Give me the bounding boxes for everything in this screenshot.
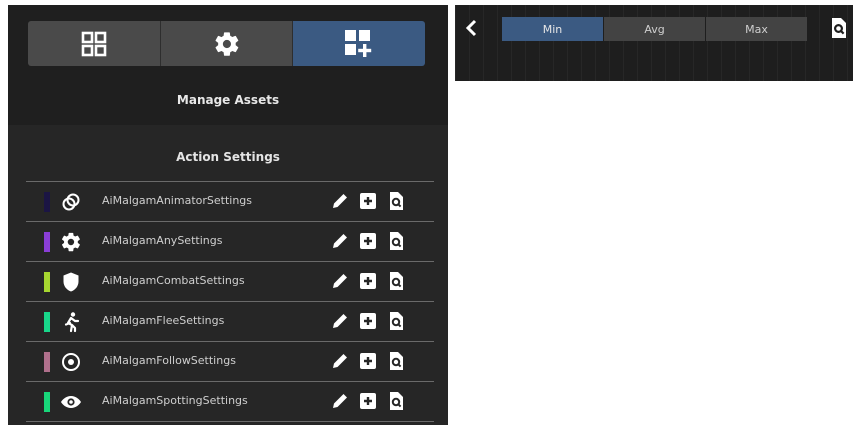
add-icon[interactable] [358, 191, 378, 211]
color-swatch [44, 352, 50, 372]
settings-list: AiMalgamAnimatorSettings AiMalgamAnySett… [26, 181, 434, 422]
segment-min[interactable]: Min [502, 17, 603, 41]
search-document-icon[interactable] [386, 351, 406, 371]
assets-panel: Manage Assets Action Settings AiMalgamAn… [8, 5, 448, 425]
running-person-icon [64, 312, 80, 333]
tab-settings[interactable] [160, 21, 294, 66]
stat-mode-segmented-control: Min Avg Max [502, 17, 808, 41]
list-item[interactable]: AiMalgamAnimatorSettings [26, 181, 434, 221]
top-tab-bar [28, 21, 425, 66]
tab-manage-assets[interactable] [293, 21, 425, 66]
color-swatch [44, 312, 50, 332]
search-document-icon[interactable] [386, 231, 406, 251]
stats-toolbar-panel: Min Avg Max [455, 5, 853, 81]
shield-icon [63, 272, 79, 292]
color-swatch [44, 192, 50, 212]
segment-avg[interactable]: Avg [604, 17, 705, 41]
add-icon[interactable] [358, 311, 378, 331]
color-swatch [44, 232, 50, 252]
list-item-label: AiMalgamFollowSettings [102, 354, 236, 367]
grid-icon [81, 31, 107, 56]
gear-icon [61, 232, 80, 252]
search-document-icon[interactable] [386, 271, 406, 291]
add-icon[interactable] [358, 231, 378, 251]
list-item[interactable]: AiMalgamAnySettings [26, 221, 434, 261]
search-document-icon[interactable] [386, 191, 406, 211]
search-document-icon[interactable] [386, 391, 406, 411]
animator-rings-icon [62, 193, 80, 211]
chevron-left-icon[interactable] [465, 19, 479, 37]
list-item-label: AiMalgamAnimatorSettings [102, 194, 252, 207]
list-item-label: AiMalgamAnySettings [102, 234, 223, 247]
gear-icon [215, 31, 238, 56]
segment-max[interactable]: Max [706, 17, 807, 41]
pencil-icon[interactable] [330, 311, 350, 331]
search-document-icon[interactable] [386, 311, 406, 331]
add-icon[interactable] [358, 351, 378, 371]
pencil-icon[interactable] [330, 191, 350, 211]
list-item[interactable]: AiMalgamFleeSettings [26, 301, 434, 341]
add-icon[interactable] [358, 271, 378, 291]
list-item[interactable]: AiMalgamFollowSettings [26, 341, 434, 381]
color-swatch [44, 272, 50, 292]
pencil-icon[interactable] [330, 271, 350, 291]
add-icon[interactable] [358, 391, 378, 411]
eye-icon [61, 396, 81, 408]
list-item-label: AiMalgamCombatSettings [102, 274, 245, 287]
action-settings-section: Action Settings AiMalgamAnimatorSettings [8, 125, 448, 425]
pencil-icon[interactable] [330, 231, 350, 251]
grid-add-icon [345, 29, 372, 57]
manage-assets-title: Manage Assets [176, 93, 280, 107]
list-item[interactable]: AiMalgamCombatSettings [26, 261, 434, 301]
pencil-icon[interactable] [330, 351, 350, 371]
pencil-icon[interactable] [330, 391, 350, 411]
target-circle-icon [62, 353, 80, 371]
list-item[interactable]: AiMalgamSpottingSettings [26, 381, 434, 422]
search-document-icon[interactable] [830, 17, 848, 39]
action-settings-title: Action Settings [176, 150, 280, 164]
color-swatch [44, 392, 50, 412]
tab-overview[interactable] [28, 21, 161, 66]
list-item-label: AiMalgamSpottingSettings [102, 394, 248, 407]
list-item-label: AiMalgamFleeSettings [102, 314, 225, 327]
